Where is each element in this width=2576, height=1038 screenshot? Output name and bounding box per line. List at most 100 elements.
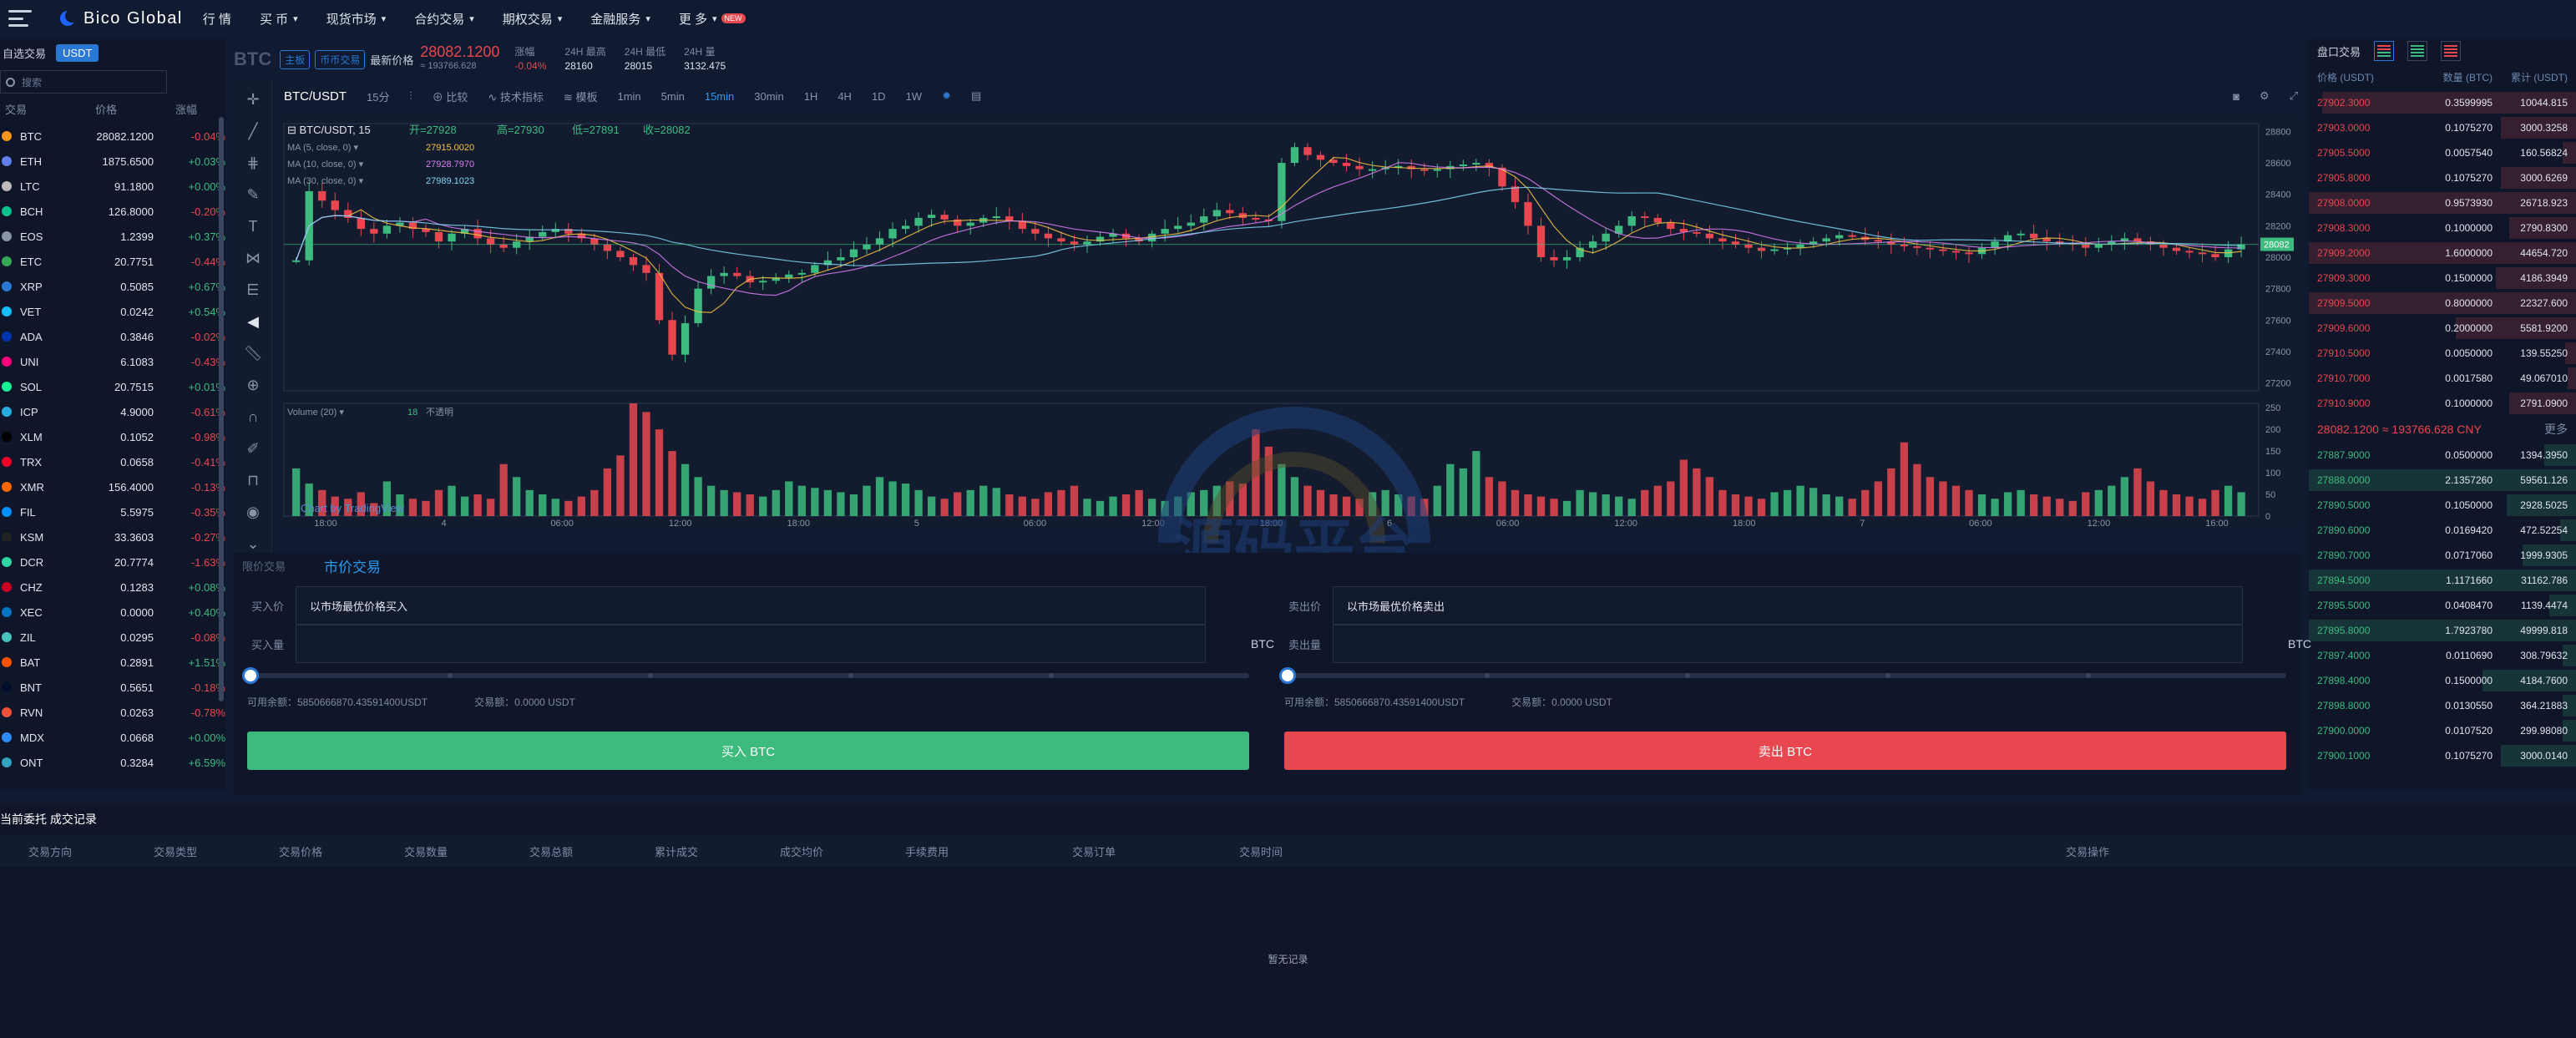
records-title[interactable]: 当前委托 成交记录 [0,811,97,828]
market-row-trx[interactable]: TRX 0.0658 -0.41% [0,449,225,474]
market-row-uni[interactable]: UNI 6.1083 -0.43% [0,349,225,374]
interval-5min[interactable]: 5min [661,90,685,103]
interval-1h[interactable]: 1H [804,90,818,103]
ruler-icon[interactable]: 📏︎ [240,341,266,366]
interval-4h[interactable]: 4H [838,90,852,103]
market-row-vet[interactable]: VET 0.0242 +0.54% [0,299,225,324]
menu-icon[interactable] [8,10,32,27]
lock-drawing-icon[interactable]: ✐ [240,436,266,461]
tab-favorites[interactable]: 自选交易 [3,45,46,61]
zoom-icon[interactable]: ⊕ [240,372,266,397]
magnet-icon[interactable]: ∩ [240,404,266,429]
ask-row[interactable]: 27902.3000 0.3599995 10044.815 [2309,90,2576,115]
bid-row[interactable]: 27900.1000 0.1075270 3000.0140 [2309,743,2576,768]
buy-slider[interactable] [242,667,1249,684]
trend-line-icon[interactable]: ╱ [240,119,266,144]
sell-amount-input[interactable] [1333,625,2243,663]
chart-svg[interactable]: 28800 28600 28400 28200 28000 27800 27600 27400… [280,115,2300,529]
tab-market-order[interactable]: 市价交易 [324,555,381,576]
bid-row[interactable]: 27888.0000 2.1357260 59561.126 [2309,468,2576,493]
market-row-bnt[interactable]: BNT 0.5651 -0.18% [0,675,225,700]
brand-logo[interactable]: Bico Global [60,9,183,28]
tab-usdt[interactable]: USDT [56,43,99,62]
col-price[interactable]: 价格 [50,101,117,117]
market-row-dcr[interactable]: DCR 20.7774 -1.63% [0,549,225,575]
market-row-sol[interactable]: SOL 20.7515 +0.01% [0,374,225,399]
chart-pair[interactable]: BTC/USDT [284,89,347,104]
market-row-chz[interactable]: CHZ 0.1283 +0.08% [0,575,225,600]
market-list-scrollbar[interactable] [219,117,224,701]
bid-row[interactable]: 27895.8000 1.7923780 49999.818 [2309,618,2576,643]
crosshair-icon[interactable]: ✛ [240,87,266,112]
settings-gear-icon[interactable]: ✹ [942,89,951,103]
bid-row[interactable]: 27898.8000 0.0130550 364.21883 [2309,693,2576,718]
ask-row[interactable]: 27908.0000 0.9573930 26718.923 [2309,190,2576,215]
bid-row[interactable]: 27898.4000 0.1500000 4184.7600 [2309,668,2576,693]
interval-select[interactable]: 15分 [367,89,389,104]
buy-amount-input[interactable] [296,625,1206,663]
pattern-icon[interactable]: ⋈ [240,246,266,271]
interval-1d[interactable]: 1D [872,90,886,103]
bid-row[interactable]: 27890.5000 0.1050000 2928.5025 [2309,493,2576,518]
interval-15min[interactable]: 15min [705,90,734,103]
market-row-eos[interactable]: EOS 1.2399 +0.37% [0,224,225,249]
fib-tool-icon[interactable]: ⋕ [240,150,266,175]
market-row-xrp[interactable]: XRP 0.5085 +0.67% [0,274,225,299]
tab-limit-order[interactable]: 限价交易 [242,558,286,574]
sell-price-field[interactable]: 以市场最优价格卖出 [1333,586,2243,625]
market-row-xmr[interactable]: XMR 156.4000 -0.13% [0,474,225,499]
bid-row[interactable]: 27890.6000 0.0169420 472.52254 [2309,518,2576,543]
market-row-ltc[interactable]: LTC 91.1800 +0.00% [0,174,225,199]
market-row-ada[interactable]: ADA 0.3846 -0.02% [0,324,225,349]
market-row-eth[interactable]: ETH 1875.6500 +0.03% [0,149,225,174]
ask-row[interactable]: 27905.8000 0.1075270 3000.6269 [2309,165,2576,190]
bid-row[interactable]: 27897.4000 0.0110690 308.79632 [2309,643,2576,668]
market-row-ksm[interactable]: KSM 33.3603 -0.27% [0,524,225,549]
ask-row[interactable]: 27909.3000 0.1500000 4186.3949 [2309,266,2576,291]
more-link[interactable]: 更多 [2544,421,2568,438]
market-row-xlm[interactable]: XLM 0.1052 -0.98% [0,424,225,449]
compare-button[interactable]: ⊕ 比较 [433,89,468,104]
price-chart[interactable]: 28800 28600 28400 28200 28000 27800 27600 27400… [280,115,2300,529]
projection-icon[interactable]: ⋿ [240,277,266,302]
nav-item-6[interactable]: 更 多 ▾ NEW [679,10,746,28]
nav-item-5[interactable]: 金融服务 ▾ [590,10,650,28]
bid-row[interactable]: 27890.7000 0.0717060 1999.9305 [2309,543,2576,568]
back-arrow-icon[interactable]: ◀ [240,309,266,334]
sell-slider[interactable] [1279,667,2286,684]
market-row-icp[interactable]: ICP 4.9000 -0.61% [0,399,225,424]
interval-1min[interactable]: 1min [617,90,640,103]
ask-row[interactable]: 27909.6000 0.2000000 5581.9200 [2309,316,2576,341]
sell-slider-handle[interactable] [1279,667,1296,684]
market-row-fil[interactable]: FIL 5.5975 -0.35% [0,499,225,524]
buy-slider-handle[interactable] [242,667,259,684]
candle-type-icon[interactable]: ⫶ [409,89,412,103]
camera-icon[interactable]: ◙ [2233,90,2239,103]
market-row-ont[interactable]: ONT 0.3284 +6.59% [0,750,225,775]
nav-item-2[interactable]: 现货市场 ▾ [326,10,387,28]
gear-icon[interactable]: ⚙ [2260,89,2270,103]
ask-row[interactable]: 27905.5000 0.0057540 160.56824 [2309,140,2576,165]
ask-row[interactable]: 27908.3000 0.1000000 2790.8300 [2309,215,2576,241]
market-row-etc[interactable]: ETC 20.7751 -0.44% [0,249,225,274]
market-row-bat[interactable]: BAT 0.2891 +1.51% [0,650,225,675]
market-row-bch[interactable]: BCH 126.8000 -0.20% [0,199,225,224]
market-row-zil[interactable]: ZIL 0.0295 -0.08% [0,625,225,650]
sell-button[interactable]: 卖出 BTC [1284,732,2286,770]
market-row-btc[interactable]: BTC 28082.1200 -0.04% [0,124,225,149]
ask-row[interactable]: 27910.5000 0.0050000 139.55250 [2309,341,2576,366]
interval-1w[interactable]: 1W [906,90,923,103]
ask-row[interactable]: 27909.5000 0.8000000 22327.600 [2309,291,2576,316]
template-button[interactable]: ≋ 模板 [564,89,598,104]
col-change[interactable]: 涨幅 [117,101,197,117]
ask-row[interactable]: 27910.9000 0.1000000 2791.0900 [2309,391,2576,416]
ask-row[interactable]: 27910.7000 0.0017580 49.067010 [2309,366,2576,391]
market-search-input[interactable]: 搜索 [0,70,167,94]
interval-30min[interactable]: 30min [754,90,783,103]
buy-button[interactable]: 买入 BTC [247,732,1249,770]
lock-icon[interactable]: ⊓ [240,468,266,493]
market-row-xec[interactable]: XEC 0.0000 +0.40% [0,600,225,625]
bid-row[interactable]: 27887.9000 0.0500000 1394.3950 [2309,443,2576,468]
ask-row[interactable]: 27903.0000 0.1075270 3000.3258 [2309,115,2576,140]
brush-icon[interactable]: ✎ [240,182,266,207]
